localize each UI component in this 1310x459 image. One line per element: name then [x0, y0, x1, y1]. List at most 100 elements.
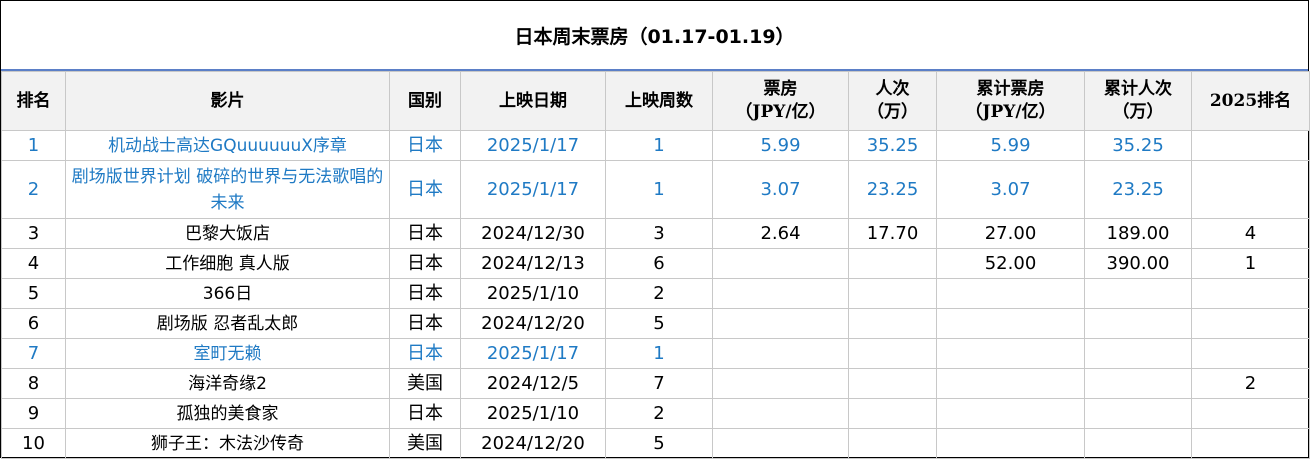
cell-country[interactable]: 日本: [389, 278, 461, 309]
cell-rank-2025[interactable]: [1191, 130, 1310, 161]
cell-box-office[interactable]: [712, 278, 849, 309]
cell-release-date[interactable]: 2025/1/17: [460, 338, 606, 369]
cell-rank-2025[interactable]: [1191, 160, 1310, 219]
cell-total-admissions[interactable]: [1084, 278, 1192, 309]
header-rank[interactable]: 排名: [1, 71, 66, 131]
cell-rank-2025[interactable]: [1191, 278, 1310, 309]
cell-release-date[interactable]: 2024/12/30: [460, 218, 606, 249]
cell-country[interactable]: 日本: [389, 130, 461, 161]
cell-rank[interactable]: 8: [1, 368, 66, 399]
cell-rank[interactable]: 4: [1, 248, 66, 279]
cell-release-date[interactable]: 2025/1/17: [460, 130, 606, 161]
cell-total-box-office[interactable]: 5.99: [936, 130, 1085, 161]
header-film[interactable]: 影片: [65, 71, 390, 131]
cell-rank[interactable]: 7: [1, 338, 66, 369]
cell-weeks[interactable]: 5: [605, 428, 713, 459]
cell-rank[interactable]: 1: [1, 130, 66, 161]
cell-rank[interactable]: 9: [1, 398, 66, 429]
cell-admissions[interactable]: 35.25: [848, 130, 937, 161]
cell-film[interactable]: 工作细胞 真人版: [65, 248, 390, 279]
cell-admissions[interactable]: [848, 308, 937, 339]
table-row[interactable]: 6 剧场版 忍者乱太郎 日本 2024/12/20 5: [1, 308, 1310, 339]
cell-box-office[interactable]: [712, 308, 849, 339]
cell-rank[interactable]: 3: [1, 218, 66, 249]
cell-box-office[interactable]: 2.64: [712, 218, 849, 249]
cell-release-date[interactable]: 2024/12/20: [460, 428, 606, 459]
cell-total-admissions[interactable]: [1084, 338, 1192, 369]
cell-weeks[interactable]: 2: [605, 278, 713, 309]
cell-total-admissions[interactable]: [1084, 368, 1192, 399]
cell-total-admissions[interactable]: 390.00: [1084, 248, 1192, 279]
cell-rank-2025[interactable]: [1191, 398, 1310, 429]
cell-film[interactable]: 室町无赖: [65, 338, 390, 369]
cell-weeks[interactable]: 1: [605, 130, 713, 161]
cell-country[interactable]: 日本: [389, 398, 461, 429]
cell-box-office[interactable]: [712, 338, 849, 369]
cell-total-box-office[interactable]: [936, 428, 1085, 459]
cell-total-admissions[interactable]: 23.25: [1084, 160, 1192, 219]
cell-country[interactable]: 日本: [389, 248, 461, 279]
cell-rank[interactable]: 6: [1, 308, 66, 339]
cell-rank-2025[interactable]: [1191, 428, 1310, 459]
cell-film[interactable]: 狮子王：木法沙传奇: [65, 428, 390, 459]
cell-rank-2025[interactable]: [1191, 308, 1310, 339]
cell-film[interactable]: 剧场版世界计划 破碎的世界与无法歌唱的未来: [65, 160, 390, 219]
cell-total-box-office[interactable]: 27.00: [936, 218, 1085, 249]
cell-total-admissions[interactable]: 189.00: [1084, 218, 1192, 249]
header-rank-2025[interactable]: 2025排名: [1191, 71, 1310, 131]
cell-release-date[interactable]: 2025/1/10: [460, 398, 606, 429]
cell-total-box-office[interactable]: [936, 308, 1085, 339]
cell-admissions[interactable]: [848, 338, 937, 369]
cell-release-date[interactable]: 2024/12/13: [460, 248, 606, 279]
cell-weeks[interactable]: 5: [605, 308, 713, 339]
cell-box-office[interactable]: 5.99: [712, 130, 849, 161]
cell-total-admissions[interactable]: 35.25: [1084, 130, 1192, 161]
cell-total-admissions[interactable]: [1084, 398, 1192, 429]
table-row[interactable]: 7 室町无赖 日本 2025/1/17 1: [1, 338, 1310, 369]
table-row[interactable]: 2 剧场版世界计划 破碎的世界与无法歌唱的未来 日本 2025/1/17 1 3…: [1, 160, 1310, 219]
cell-country[interactable]: 日本: [389, 218, 461, 249]
cell-country[interactable]: 日本: [389, 338, 461, 369]
table-row[interactable]: 10 狮子王：木法沙传奇 美国 2024/12/20 5: [1, 428, 1310, 459]
cell-total-box-office[interactable]: 3.07: [936, 160, 1085, 219]
table-row[interactable]: 9 孤独的美食家 日本 2025/1/10 2: [1, 398, 1310, 429]
cell-box-office[interactable]: [712, 398, 849, 429]
cell-country[interactable]: 美国: [389, 368, 461, 399]
cell-weeks[interactable]: 1: [605, 338, 713, 369]
header-release-date[interactable]: 上映日期: [460, 71, 606, 131]
header-country[interactable]: 国别: [389, 71, 461, 131]
header-admissions[interactable]: 人次 （万）: [848, 71, 937, 131]
cell-rank-2025[interactable]: 2: [1191, 368, 1310, 399]
cell-rank[interactable]: 5: [1, 278, 66, 309]
cell-admissions[interactable]: 17.70: [848, 218, 937, 249]
cell-box-office[interactable]: [712, 248, 849, 279]
header-total-admissions[interactable]: 累计人次 （万）: [1084, 71, 1192, 131]
cell-box-office[interactable]: [712, 368, 849, 399]
cell-country[interactable]: 日本: [389, 308, 461, 339]
cell-weeks[interactable]: 1: [605, 160, 713, 219]
cell-film[interactable]: 剧场版 忍者乱太郎: [65, 308, 390, 339]
cell-rank-2025[interactable]: [1191, 338, 1310, 369]
cell-total-admissions[interactable]: [1084, 308, 1192, 339]
cell-box-office[interactable]: 3.07: [712, 160, 849, 219]
cell-box-office[interactable]: [712, 428, 849, 459]
cell-weeks[interactable]: 7: [605, 368, 713, 399]
cell-film[interactable]: 366日: [65, 278, 390, 309]
cell-rank-2025[interactable]: 1: [1191, 248, 1310, 279]
cell-film[interactable]: 海洋奇缘2: [65, 368, 390, 399]
cell-country[interactable]: 美国: [389, 428, 461, 459]
cell-weeks[interactable]: 6: [605, 248, 713, 279]
cell-admissions[interactable]: [848, 278, 937, 309]
cell-rank[interactable]: 10: [1, 428, 66, 459]
cell-admissions[interactable]: 23.25: [848, 160, 937, 219]
cell-release-date[interactable]: 2025/1/17: [460, 160, 606, 219]
table-row[interactable]: 3 巴黎大饭店 日本 2024/12/30 3 2.64 17.70 27.00…: [1, 218, 1310, 249]
cell-release-date[interactable]: 2024/12/20: [460, 308, 606, 339]
cell-release-date[interactable]: 2024/12/5: [460, 368, 606, 399]
table-row[interactable]: 1 机动战士高达GQuuuuuuX序章 日本 2025/1/17 1 5.99 …: [1, 130, 1310, 161]
cell-rank-2025[interactable]: 4: [1191, 218, 1310, 249]
header-total-box-office[interactable]: 累计票房 （JPY/亿）: [936, 71, 1085, 131]
table-row[interactable]: 8 海洋奇缘2 美国 2024/12/5 7 2: [1, 368, 1310, 399]
cell-admissions[interactable]: [848, 428, 937, 459]
header-weeks[interactable]: 上映周数: [605, 71, 713, 131]
